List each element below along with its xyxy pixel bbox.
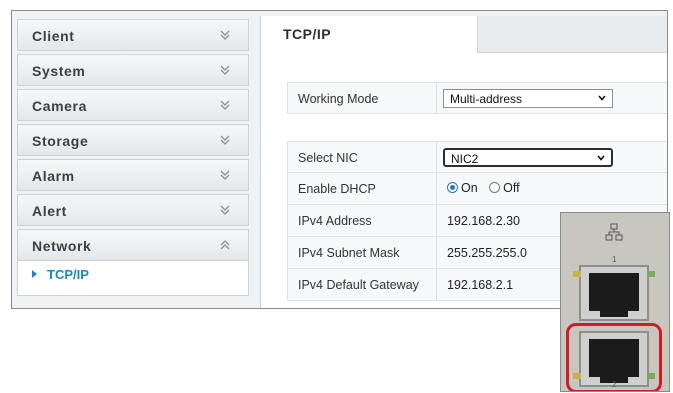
port-label-1: 1 [612,255,617,264]
select-nic-row: Select NIC NIC2 [287,141,667,173]
chevron-up-icon [220,240,230,250]
sidebar-item-label: Storage [32,133,89,149]
sidebar-item-label: Network [32,238,92,254]
working-mode-value: Multi-address [450,92,523,106]
dhcp-on-radio[interactable] [447,182,458,193]
dhcp-off-option[interactable]: Off [489,181,520,195]
dhcp-off-radio[interactable] [489,182,501,193]
select-nic-select[interactable]: NIC2 [443,148,613,167]
row-divider [436,142,437,172]
sidebar-item-network[interactable]: Network [17,229,249,261]
network-submenu: TCP/IP [17,261,249,296]
sidebar-item-label: Client [32,28,75,44]
ethernet-port-1 [579,265,649,321]
nic-ports-photo: 1 2 [560,212,670,392]
dhcp-on-option[interactable]: On [447,181,478,195]
dhcp-off-label: Off [503,181,520,195]
sidebar-item-alert[interactable]: Alert [17,194,249,226]
tab-tcp-ip[interactable]: TCP/IP [261,16,478,53]
chevron-down-icon [220,30,230,40]
sidebar: Client System Camera Storage Alarm Alert… [17,19,249,296]
dhcp-radio-group: On Off [447,181,520,195]
row-divider [436,269,437,300]
chevron-down-icon [220,170,230,180]
port-notch [600,311,628,317]
ipv4-address-value[interactable]: 192.168.2.30 [447,214,520,228]
select-nic-label: Select NIC [298,151,358,165]
working-mode-label: Working Mode [298,92,379,106]
chevron-down-icon [220,205,230,215]
network-icon [605,223,623,241]
sidebar-item-label: Alert [32,203,67,219]
select-nic-value: NIC2 [451,152,479,166]
dropdown-arrow-icon [597,155,605,161]
port-socket [589,273,639,311]
sidebar-subitem-label: TCP/IP [47,267,89,282]
ipv4-subnet-mask-value[interactable]: 255.255.255.0 [447,246,527,260]
dhcp-on-label: On [461,181,478,195]
tab-label: TCP/IP [283,26,332,42]
tab-bar: TCP/IP [261,16,667,53]
sidebar-subitem-tcp-ip[interactable]: TCP/IP [32,267,89,282]
port-led [647,271,655,277]
ipv4-default-gateway-label: IPv4 Default Gateway [298,278,419,292]
enable-dhcp-row: Enable DHCP On Off [287,173,667,205]
working-mode-select[interactable]: Multi-address [443,89,613,108]
enable-dhcp-label: Enable DHCP [298,182,376,196]
working-mode-row: Working Mode Multi-address [287,82,667,114]
chevron-down-icon [220,65,230,75]
dropdown-arrow-icon [598,95,606,101]
sidebar-item-label: Alarm [32,168,75,184]
chevron-down-icon [220,100,230,110]
sidebar-item-camera[interactable]: Camera [17,89,249,121]
sidebar-item-label: System [32,63,86,79]
ipv4-subnet-mask-label: IPv4 Subnet Mask [298,246,400,260]
ipv4-address-label: IPv4 Address [298,214,372,228]
sidebar-item-storage[interactable]: Storage [17,124,249,156]
ipv4-default-gateway-value[interactable]: 192.168.2.1 [447,278,513,292]
port-2-highlight [566,323,662,391]
chevron-down-icon [220,135,230,145]
port-led [573,271,581,277]
caret-right-icon [32,270,37,278]
row-divider [436,173,437,204]
row-divider [436,205,437,236]
row-divider [436,237,437,268]
sidebar-item-client[interactable]: Client [17,19,249,51]
sidebar-item-label: Camera [32,98,87,114]
row-divider [436,83,437,113]
sidebar-item-system[interactable]: System [17,54,249,86]
sidebar-item-alarm[interactable]: Alarm [17,159,249,191]
